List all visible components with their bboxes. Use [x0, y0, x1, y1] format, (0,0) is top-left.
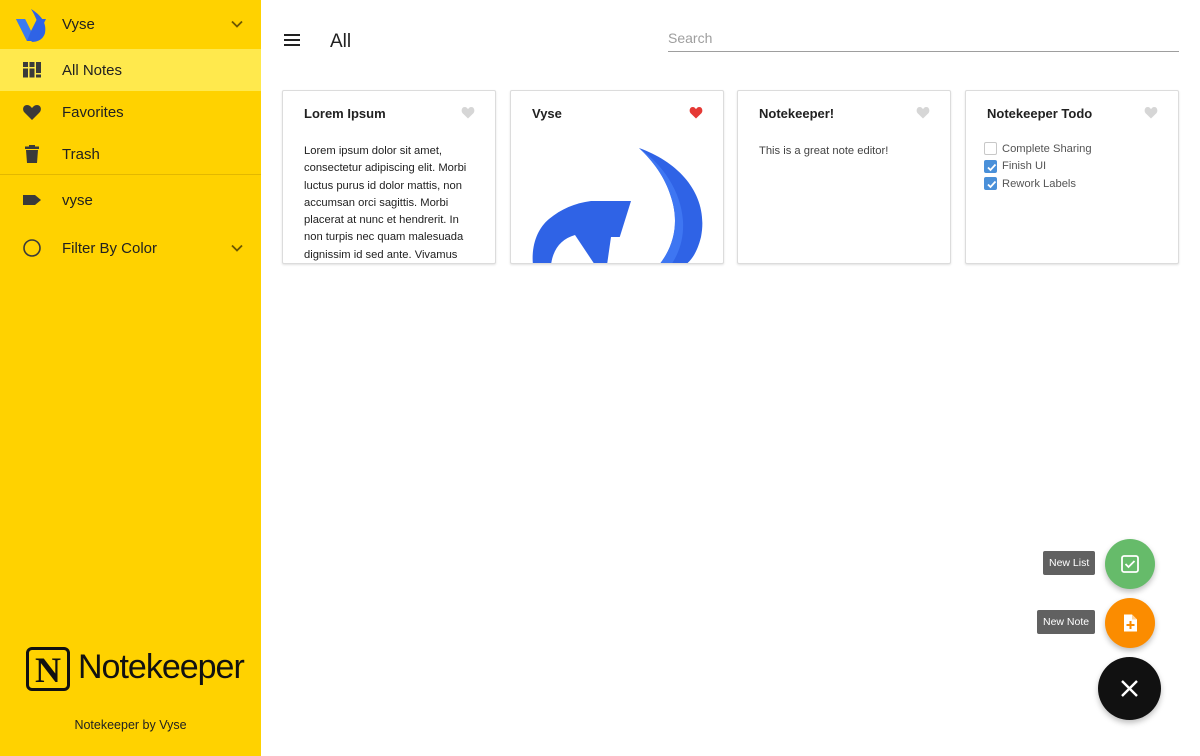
todo-item-text: Rework Labels	[1002, 177, 1076, 190]
dashboard-icon	[23, 62, 41, 78]
note-body: This is a great note editor!	[759, 145, 889, 157]
nav-trash[interactable]: Trash	[0, 133, 261, 175]
todo-item-text: Finish UI	[1002, 160, 1047, 173]
note-card[interactable]: Lorem Ipsum Lorem ipsum dolor sit amet, …	[282, 90, 496, 264]
favorite-heart-icon[interactable]	[916, 106, 930, 119]
account-name: Vyse	[62, 16, 95, 33]
nav-favorites-label: Favorites	[62, 104, 124, 121]
favorite-heart-icon[interactable]	[689, 106, 703, 119]
label-icon	[23, 195, 41, 205]
note-card[interactable]: Vyse	[510, 90, 724, 264]
favorite-heart-icon[interactable]	[1144, 106, 1158, 119]
checkmark-icon	[987, 181, 997, 189]
todo-checkbox[interactable]	[984, 142, 997, 156]
todo-item-text: Complete Sharing	[1002, 142, 1092, 155]
checkbox-icon	[1121, 555, 1139, 573]
nav-filter-by-color[interactable]: Filter By Color	[0, 227, 261, 269]
circle-outline-icon	[23, 239, 41, 257]
vyse-logo-image	[532, 148, 703, 263]
note-body: Lorem ipsum dolor sit amet, consectetur …	[304, 145, 467, 261]
note-title: Lorem Ipsum	[304, 106, 386, 121]
note-card[interactable]: Notekeeper! This is a great note editor!	[737, 90, 951, 264]
todo-checkbox[interactable]	[984, 177, 997, 191]
notekeeper-logo-letter: N	[35, 650, 61, 690]
nav-filter-by-color-label: Filter By Color	[62, 240, 158, 257]
favorite-heart-icon[interactable]	[461, 106, 475, 119]
new-note-tooltip: New Note	[1037, 610, 1096, 634]
nav-label-vyse-text: vyse	[62, 192, 93, 209]
todo-item: Finish UI	[984, 158, 1092, 176]
todo-list: Complete Sharing Finish UI Rework Labels	[984, 140, 1092, 193]
sidebar: Vyse All Notes Favorites Trash vyse Filt…	[0, 0, 261, 756]
notekeeper-logo-mark: N	[26, 647, 70, 691]
hamburger-menu-icon[interactable]	[280, 28, 304, 52]
nav-label-vyse[interactable]: vyse	[0, 179, 261, 221]
heart-icon	[23, 105, 41, 120]
note-add-icon	[1124, 614, 1137, 632]
nav-all-notes-label: All Notes	[62, 62, 123, 79]
chevron-down-icon	[231, 244, 243, 252]
close-fab-button[interactable]	[1098, 657, 1161, 720]
nav-trash-label: Trash	[62, 146, 100, 163]
nav-favorites[interactable]: Favorites	[0, 91, 261, 133]
todo-item: Complete Sharing	[984, 140, 1092, 158]
search-input[interactable]	[668, 24, 1179, 52]
note-title: Vyse	[532, 106, 562, 121]
note-card[interactable]: Notekeeper Todo Complete Sharing Finish …	[965, 90, 1179, 264]
chevron-down-icon[interactable]	[230, 17, 244, 31]
todo-checkbox[interactable]	[984, 159, 997, 173]
sidebar-footer: Notekeeper by Vyse	[74, 718, 187, 732]
page-title: All	[330, 31, 352, 52]
checkmark-icon	[987, 163, 997, 172]
trash-icon	[25, 145, 39, 163]
notekeeper-logo: N Notekeeper	[24, 645, 245, 693]
close-icon	[1121, 680, 1138, 697]
note-title: Notekeeper Todo	[987, 106, 1093, 121]
sidebar-divider	[0, 174, 261, 175]
vyse-logo-icon	[13, 7, 49, 43]
new-note-button[interactable]	[1105, 598, 1155, 648]
nav-all-notes[interactable]: All Notes	[0, 49, 261, 91]
note-title: Notekeeper!	[759, 106, 835, 121]
new-list-tooltip: New List	[1043, 551, 1096, 575]
todo-item: Rework Labels	[984, 175, 1092, 193]
notekeeper-logo-text: Notekeeper	[78, 648, 245, 686]
account-switcher[interactable]: Vyse	[0, 0, 261, 49]
new-list-button[interactable]	[1105, 539, 1155, 589]
